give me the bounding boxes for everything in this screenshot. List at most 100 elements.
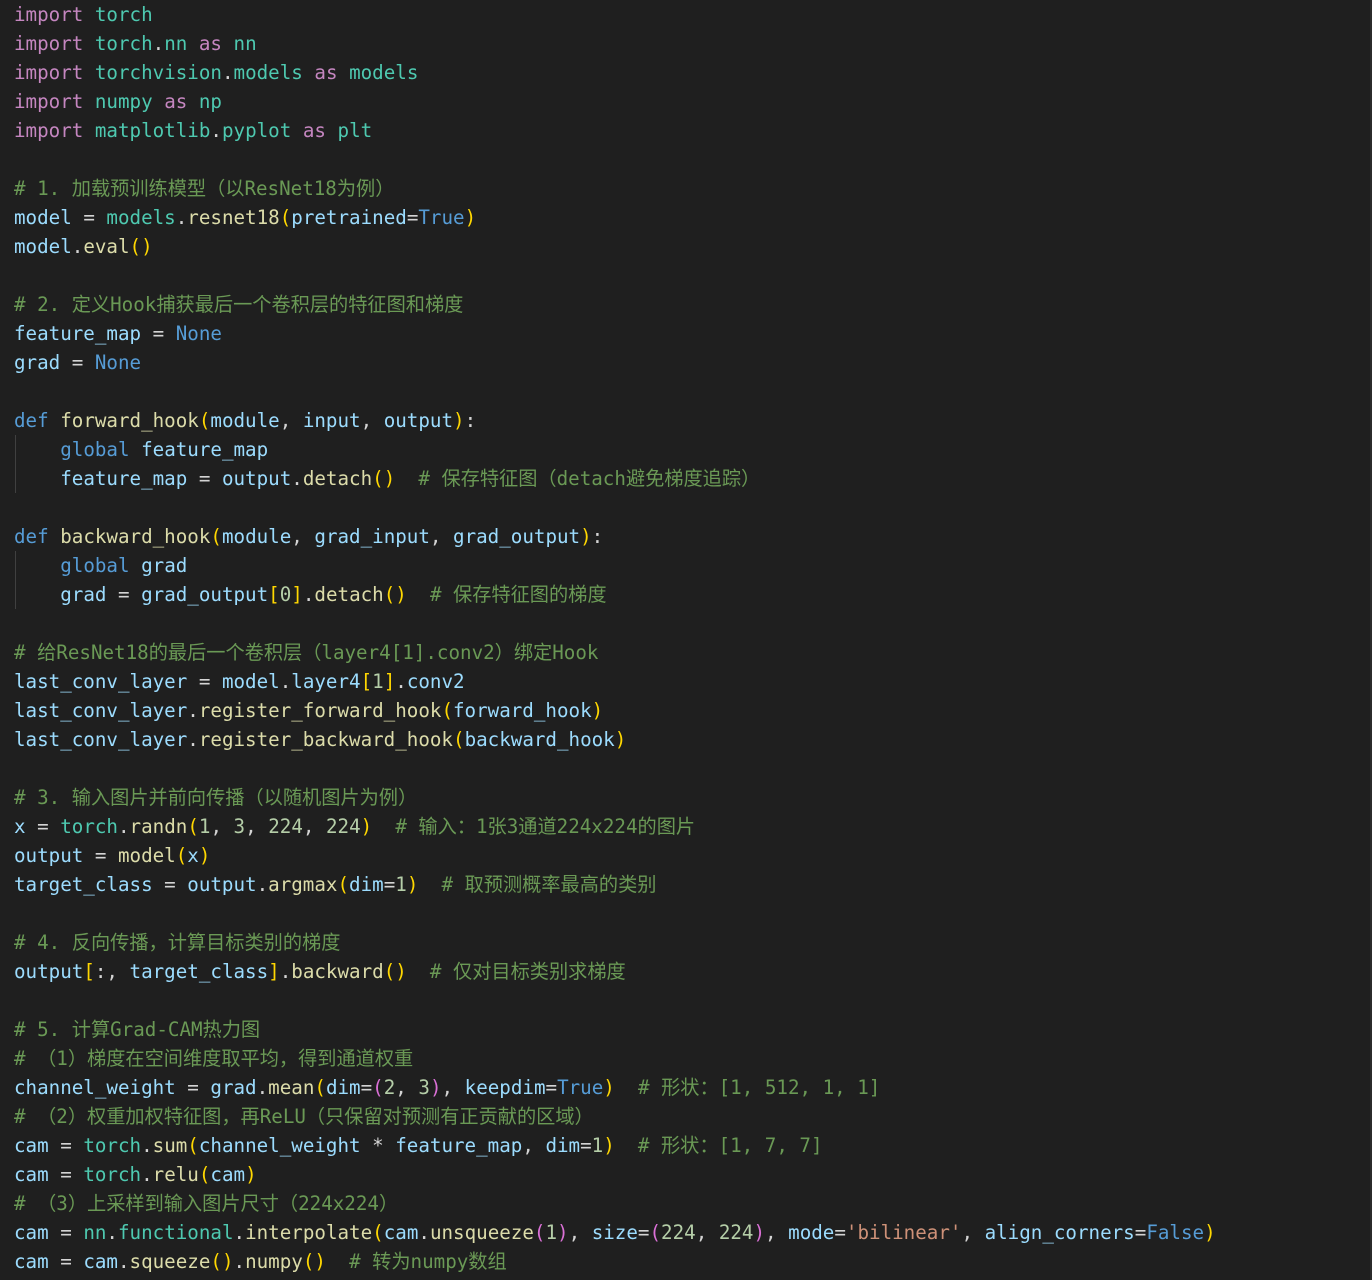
code-token: ( [649, 1221, 662, 1244]
code-line[interactable]: output = model(x) [14, 841, 1216, 870]
code-line[interactable]: feature_map = None [14, 319, 1216, 348]
code-line[interactable]: cam = nn.functional.interpolate(cam.unsq… [14, 1218, 1216, 1247]
code-line[interactable] [14, 377, 1216, 406]
code-line[interactable]: feature_map = output.detach() # 保存特征图（de… [14, 464, 1216, 493]
code-token: . [233, 1221, 246, 1244]
code-line[interactable]: import matplotlib.pyplot as plt [14, 116, 1216, 145]
code-line[interactable]: cam = cam.squeeze().numpy() # 转为numpy数组 [14, 1247, 1216, 1276]
code-line[interactable]: cam = torch.sum(channel_weight * feature… [14, 1131, 1216, 1160]
code-token: ( [187, 1134, 199, 1157]
code-editor[interactable]: import torch import torch.nn as nn import … [0, 0, 1372, 1280]
code-token: . [106, 1221, 118, 1244]
code-token: models [233, 61, 303, 84]
code-line[interactable]: import torch.nn as nn [14, 29, 1216, 58]
code-line[interactable]: # 3. 输入图片并前向传播（以随机图片为例） [14, 783, 1216, 812]
code-token: 1 [198, 815, 211, 838]
code-token: () [129, 235, 153, 258]
code-token: # 保存特征图的梯度 [429, 583, 607, 606]
code-token: 224 [268, 815, 303, 838]
code-token: :, [94, 960, 130, 983]
code-line[interactable]: channel_weight = grad.mean(dim=(2, 3), k… [14, 1073, 1216, 1102]
code-token: ) [603, 1134, 615, 1157]
code-token: = [360, 1076, 373, 1099]
code-token: , [279, 409, 303, 432]
code-token: # 取预测概率最高的类别 [441, 873, 657, 896]
code-line[interactable]: import numpy as np [14, 87, 1216, 116]
code-line[interactable]: output[:, target_class].backward() # 仅对目… [14, 957, 1216, 986]
code-line[interactable]: # （3）上采样到输入图片尺寸（224x224） [14, 1189, 1216, 1218]
code-line[interactable]: model = models.resnet18(pretrained=True) [14, 203, 1216, 232]
code-line[interactable]: # 1. 加载预训练模型（以ResNet18为例） [14, 174, 1216, 203]
code-token: , [961, 1221, 985, 1244]
code-line[interactable] [14, 493, 1216, 522]
code-line[interactable]: x = torch.randn(1, 3, 224, 224) # 输入：1张3… [14, 812, 1216, 841]
code-token: None [94, 351, 142, 374]
code-line[interactable]: # 4. 反向传播，计算目标类别的梯度 [14, 928, 1216, 957]
code-line[interactable]: # 给ResNet18的最后一个卷积层（layer4[1].conv2）绑定Ho… [14, 638, 1216, 667]
code-line[interactable]: cam = torch.relu(cam) [14, 1160, 1216, 1189]
code-line[interactable]: def backward_hook(module, grad_input, gr… [14, 522, 1216, 551]
code-line[interactable]: # 5. 计算Grad-CAM热力图 [14, 1015, 1216, 1044]
code-line[interactable]: import torchvision.models as models [14, 58, 1216, 87]
code-line[interactable]: global grad [14, 551, 1216, 580]
code-line[interactable]: last_conv_layer.register_forward_hook(fo… [14, 696, 1216, 725]
code-line[interactable]: # （2）权重加权特征图，再ReLU（只保留对预测有正贡献的区域） [14, 1102, 1216, 1131]
code-token: , [245, 815, 269, 838]
code-lines[interactable]: import torch import torch.nn as nn import … [14, 0, 1216, 1276]
code-token: True [418, 206, 465, 229]
code-token: * [360, 1134, 396, 1157]
code-token: as [302, 119, 326, 142]
code-token: ( [175, 844, 188, 867]
code-line[interactable]: global feature_map [14, 435, 1216, 464]
code-token: . [256, 873, 269, 896]
code-line[interactable] [14, 986, 1216, 1015]
code-token: relu [152, 1163, 199, 1186]
code-token: . [395, 670, 407, 693]
code-token: = [25, 815, 61, 838]
code-token: pyplot [221, 119, 292, 142]
code-line[interactable]: import torch [14, 0, 1216, 29]
code-token: . [141, 1134, 153, 1157]
code-token: models [349, 61, 419, 84]
code-token: model [221, 670, 280, 693]
code-token: import [14, 32, 84, 55]
code-token: . [152, 32, 165, 55]
code-token: register_forward_hook [198, 699, 442, 722]
code-line[interactable]: def forward_hook(module, input, output): [14, 406, 1216, 435]
code-line[interactable]: last_conv_layer.register_backward_hook(b… [14, 725, 1216, 754]
code-line[interactable]: # 2. 定义Hook捕获最后一个卷积层的特征图和梯度 [14, 290, 1216, 319]
code-line[interactable] [14, 899, 1216, 928]
code-line[interactable] [14, 609, 1216, 638]
code-token: cam [210, 1163, 246, 1186]
code-token: ( [533, 1221, 546, 1244]
code-line[interactable]: # （1）梯度在空间维度取平均，得到通道权重 [14, 1044, 1216, 1073]
code-token: grad [14, 351, 61, 374]
code-line[interactable]: grad = grad_output[0].detach() # 保存特征图的梯… [14, 580, 1216, 609]
code-line[interactable] [14, 261, 1216, 290]
code-token: # 仅对目标类别求梯度 [429, 960, 626, 983]
code-line[interactable]: model.eval() [14, 232, 1216, 261]
code-line[interactable]: last_conv_layer = model.layer4[1].conv2 [14, 667, 1216, 696]
code-token: ) [198, 844, 211, 867]
code-token: = [187, 467, 222, 490]
code-line[interactable]: target_class = output.argmax(dim=1) # 取预… [14, 870, 1216, 899]
code-token: forward_hook [453, 699, 592, 722]
code-token: ] [268, 960, 280, 983]
code-token: grad [210, 1076, 257, 1099]
code-token: : [464, 409, 477, 432]
code-token: output [14, 960, 84, 983]
code-token: ( [453, 728, 465, 751]
code-token: cam [83, 1250, 118, 1273]
code-token: functional [117, 1221, 234, 1244]
code-token: 1 [395, 873, 407, 896]
code-token: resnet18 [187, 206, 280, 229]
code-line[interactable] [14, 145, 1216, 174]
indent-guide [15, 551, 16, 580]
code-token: # （3）上采样到输入图片尺寸（224x224） [14, 1192, 399, 1215]
code-line[interactable] [14, 754, 1216, 783]
code-line[interactable]: grad = None [14, 348, 1216, 377]
code-token: output [14, 844, 84, 867]
code-token: cam [383, 1221, 419, 1244]
